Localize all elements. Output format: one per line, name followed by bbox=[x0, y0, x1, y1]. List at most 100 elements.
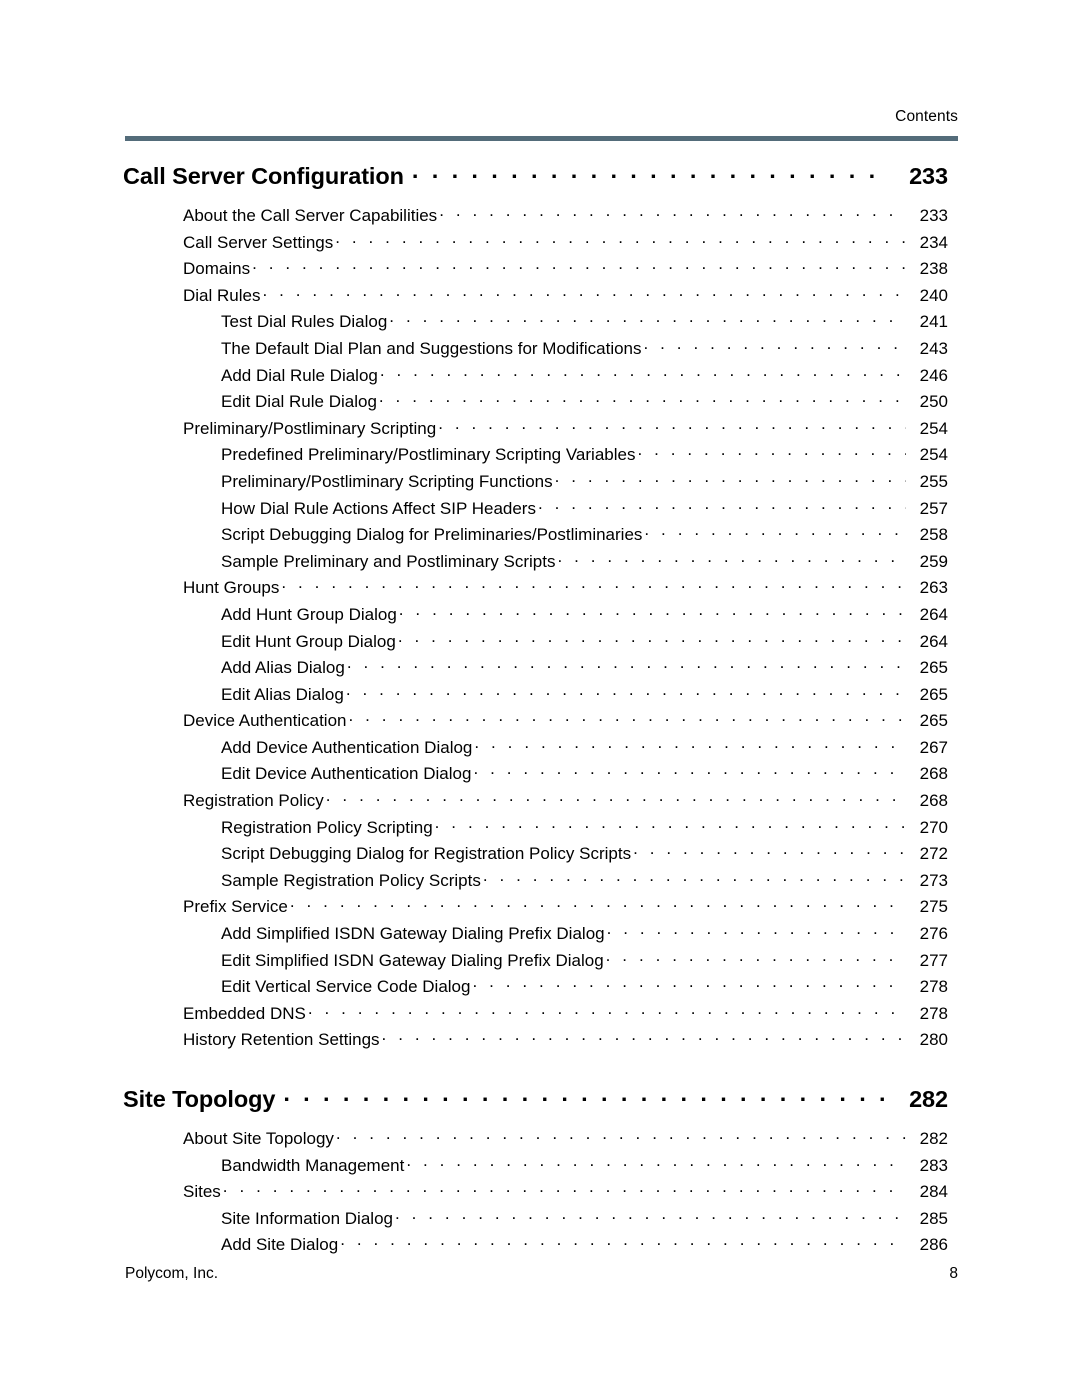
toc-entry[interactable]: Sample Registration Policy Scripts 273 bbox=[0, 870, 1080, 897]
toc-dot-leader bbox=[473, 763, 906, 779]
toc-entry-title: Edit Alias Dialog bbox=[221, 684, 344, 704]
toc-entry-title: Add Hunt Group Dialog bbox=[221, 604, 397, 624]
toc-chapter-entry[interactable]: Site Topology 282 bbox=[0, 1086, 1080, 1128]
toc-entry-title: Script Debugging Dialog for Preliminarie… bbox=[221, 525, 643, 545]
toc-dot-leader bbox=[399, 604, 906, 620]
toc-entry-page-number: 277 bbox=[919, 950, 948, 970]
toc-entry[interactable]: Edit Dial Rule Dialog 250 bbox=[0, 391, 1080, 418]
toc-entry[interactable]: Add Site Dialog 286 bbox=[0, 1234, 1080, 1261]
toc-entry[interactable]: About the Call Server Capabilities 233 bbox=[0, 205, 1080, 232]
toc-entry[interactable]: Script Debugging Dialog for Preliminarie… bbox=[0, 524, 1080, 551]
toc-dot-leader bbox=[335, 232, 906, 248]
toc-entry-title: Sample Registration Policy Scripts bbox=[221, 870, 481, 890]
toc-entry-page-number: 254 bbox=[919, 445, 948, 465]
toc-entry[interactable]: Sample Preliminary and Postliminary Scri… bbox=[0, 551, 1080, 578]
toc-entry-page-number: 257 bbox=[919, 498, 948, 518]
toc-entry-title: How Dial Rule Actions Affect SIP Headers bbox=[221, 498, 536, 518]
toc-entry-title: Registration Policy bbox=[183, 791, 324, 811]
toc-entry[interactable]: Dial Rules 240 bbox=[0, 285, 1080, 312]
document-page: Contents Call Server Configuration233Abo… bbox=[0, 0, 1080, 1397]
toc-entry-page-number: 264 bbox=[919, 604, 948, 624]
toc-entry-page-number: 284 bbox=[919, 1182, 948, 1202]
toc-dot-leader bbox=[326, 790, 906, 806]
toc-entry-title: Embedded DNS bbox=[183, 1003, 306, 1023]
toc-entry[interactable]: Predefined Preliminary/Postliminary Scri… bbox=[0, 444, 1080, 471]
toc-entry[interactable]: Embedded DNS 278 bbox=[0, 1003, 1080, 1030]
toc-entry-page-number: 265 bbox=[919, 684, 948, 704]
toc-entry[interactable]: The Default Dial Plan and Suggestions fo… bbox=[0, 338, 1080, 365]
toc-entry-title: Script Debugging Dialog for Registration… bbox=[221, 844, 632, 864]
toc-entry[interactable]: Prefix Service 275 bbox=[0, 896, 1080, 923]
toc-entry[interactable]: Edit Vertical Service Code Dialog 278 bbox=[0, 976, 1080, 1003]
toc-entry-page-number: 278 bbox=[919, 1003, 948, 1023]
toc-entry-page-number: 250 bbox=[919, 392, 948, 412]
toc-entry-title: Dial Rules bbox=[183, 285, 261, 305]
toc-entry[interactable]: Add Dial Rule Dialog 246 bbox=[0, 365, 1080, 392]
toc-entry-page-number: 275 bbox=[919, 897, 948, 917]
toc-entry[interactable]: Device Authentication 265 bbox=[0, 710, 1080, 737]
toc-entry-title: History Retention Settings bbox=[183, 1030, 380, 1050]
toc-entry[interactable]: Edit Alias Dialog 265 bbox=[0, 684, 1080, 711]
toc-entry[interactable]: About Site Topology 282 bbox=[0, 1128, 1080, 1155]
toc-entry[interactable]: Edit Device Authentication Dialog 268 bbox=[0, 763, 1080, 790]
toc-entry[interactable]: Site Information Dialog 285 bbox=[0, 1208, 1080, 1235]
toc-dot-leader bbox=[389, 311, 906, 327]
toc-dot-leader bbox=[223, 1181, 906, 1197]
toc-entry-title: Test Dial Rules Dialog bbox=[221, 312, 388, 332]
toc-chapter-entry[interactable]: Call Server Configuration 233 bbox=[0, 163, 1080, 205]
toc-entry[interactable]: Script Debugging Dialog for Registration… bbox=[0, 843, 1080, 870]
toc-entry[interactable]: Edit Simplified ISDN Gateway Dialing Pre… bbox=[0, 950, 1080, 977]
toc-entry[interactable]: Preliminary/Postliminary Scripting Funct… bbox=[0, 471, 1080, 498]
toc-dot-leader bbox=[606, 950, 906, 966]
toc-entry[interactable]: Edit Hunt Group Dialog 264 bbox=[0, 631, 1080, 658]
toc-entry[interactable]: Sites 284 bbox=[0, 1181, 1080, 1208]
toc-entry-title: About the Call Server Capabilities bbox=[183, 206, 438, 225]
toc-dot-leader bbox=[406, 1155, 906, 1171]
header-divider-rule bbox=[125, 136, 958, 141]
toc-entry-page-number: 282 bbox=[919, 1129, 948, 1148]
toc-entry-page-number: 241 bbox=[919, 312, 948, 332]
toc-entry-title: Edit Dial Rule Dialog bbox=[221, 392, 377, 412]
toc-entry-title: Add Device Authentication Dialog bbox=[221, 737, 473, 757]
toc-entry[interactable]: Registration Policy 268 bbox=[0, 790, 1080, 817]
toc-entry[interactable]: Preliminary/Postliminary Scripting 254 bbox=[0, 418, 1080, 445]
toc-entry[interactable]: Call Server Settings 234 bbox=[0, 232, 1080, 259]
toc-entry-page-number: 254 bbox=[919, 418, 948, 438]
toc-entry[interactable]: Bandwidth Management 283 bbox=[0, 1155, 1080, 1182]
toc-entry-page-number: 264 bbox=[919, 631, 948, 651]
toc-dot-leader bbox=[398, 631, 906, 647]
toc-entry-title: Site Information Dialog bbox=[221, 1208, 393, 1228]
toc-entry-title: Prefix Service bbox=[183, 897, 288, 917]
toc-dot-leader bbox=[395, 1208, 906, 1224]
toc-entry[interactable]: History Retention Settings 280 bbox=[0, 1029, 1080, 1056]
toc-entry-title: Edit Hunt Group Dialog bbox=[221, 631, 396, 651]
toc-dot-leader bbox=[290, 896, 906, 912]
toc-entry[interactable]: Registration Policy Scripting 270 bbox=[0, 817, 1080, 844]
toc-entry[interactable]: Test Dial Rules Dialog 241 bbox=[0, 311, 1080, 338]
toc-entry[interactable]: Add Alias Dialog 265 bbox=[0, 657, 1080, 684]
table-of-contents: Call Server Configuration233About the Ca… bbox=[0, 163, 1080, 1261]
toc-dot-leader bbox=[633, 843, 906, 859]
toc-entry[interactable]: Hunt Groups 263 bbox=[0, 577, 1080, 604]
toc-entry-title: Add Alias Dialog bbox=[221, 658, 345, 678]
toc-entry-page-number: 234 bbox=[919, 232, 948, 252]
page-footer: Polycom, Inc. 8 bbox=[125, 1265, 958, 1283]
toc-entry-title: The Default Dial Plan and Suggestions fo… bbox=[221, 338, 642, 358]
toc-dot-leader bbox=[538, 498, 906, 514]
toc-entry-page-number: 276 bbox=[919, 924, 948, 944]
toc-entry-page-number: 268 bbox=[919, 791, 948, 811]
toc-entry-page-number: 267 bbox=[919, 737, 948, 757]
toc-entry-title: Edit Simplified ISDN Gateway Dialing Pre… bbox=[221, 950, 604, 970]
toc-entry[interactable]: Domains 238 bbox=[0, 258, 1080, 285]
toc-entry-page-number: 283 bbox=[919, 1155, 948, 1175]
toc-dot-leader bbox=[379, 391, 906, 407]
toc-entry[interactable]: Add Hunt Group Dialog 264 bbox=[0, 604, 1080, 631]
toc-entry-page-number: 240 bbox=[919, 285, 948, 305]
toc-entry-page-number: 272 bbox=[919, 844, 948, 864]
toc-entry[interactable]: Add Simplified ISDN Gateway Dialing Pref… bbox=[0, 923, 1080, 950]
toc-entry[interactable]: How Dial Rule Actions Affect SIP Headers… bbox=[0, 498, 1080, 525]
running-header: Contents bbox=[125, 108, 958, 126]
toc-dot-leader bbox=[607, 923, 906, 939]
toc-entry-page-number: 273 bbox=[919, 870, 948, 890]
toc-entry[interactable]: Add Device Authentication Dialog 267 bbox=[0, 737, 1080, 764]
